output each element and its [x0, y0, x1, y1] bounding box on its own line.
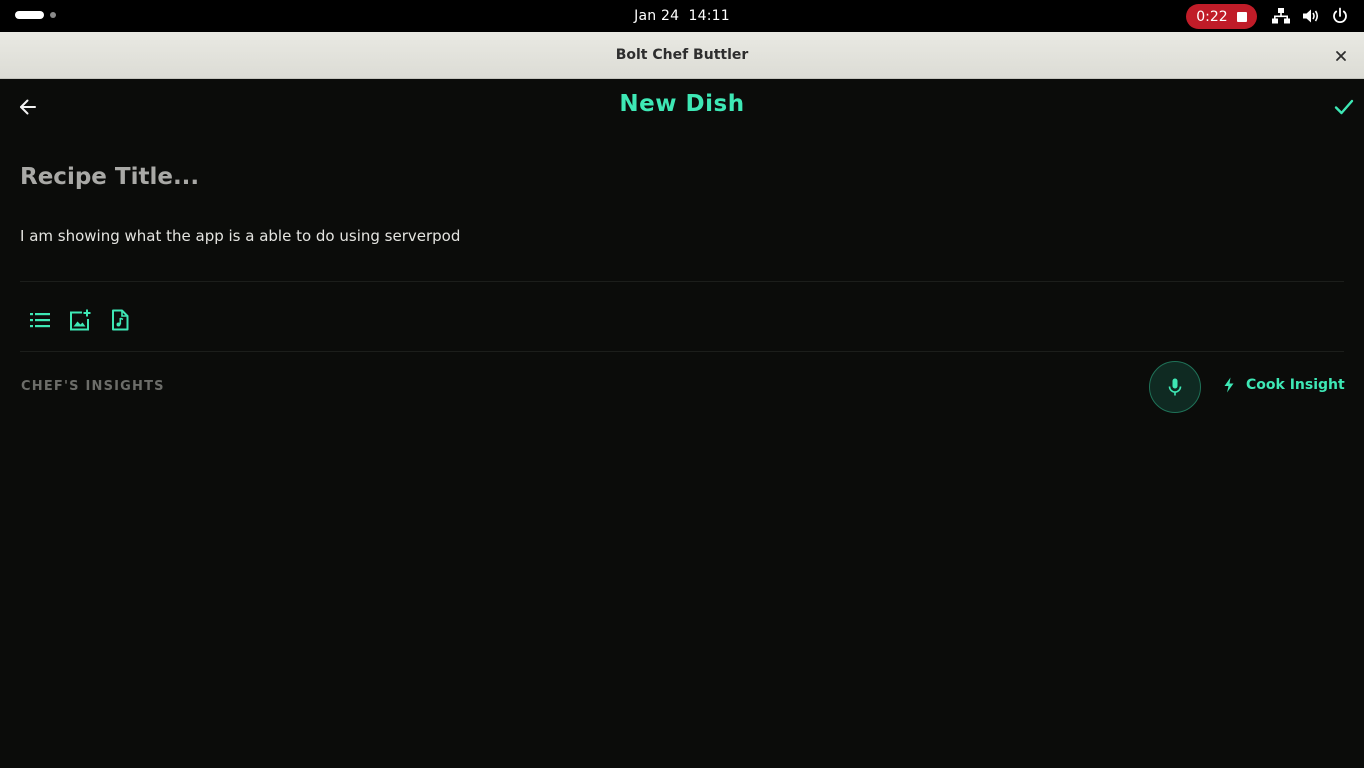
- screen-recording-indicator[interactable]: 0:22: [1186, 4, 1257, 29]
- formatting-toolbar: [29, 309, 131, 331]
- app-content: New Dish Recipe Title... I am showing wh…: [0, 79, 1364, 768]
- arrow-left-icon: [20, 99, 36, 115]
- voice-input-button[interactable]: [1149, 361, 1201, 413]
- clock[interactable]: Jan 24 14:11: [634, 8, 730, 24]
- microphone-icon: [1168, 378, 1182, 396]
- add-audio-file-button[interactable]: [109, 309, 131, 331]
- list-icon: [30, 313, 50, 328]
- add-image-button[interactable]: [69, 309, 91, 331]
- network-icon: [1272, 7, 1290, 25]
- close-icon: [1336, 51, 1346, 61]
- recipe-title-input[interactable]: Recipe Title...: [20, 164, 199, 190]
- recording-time: 0:22: [1196, 8, 1228, 25]
- check-icon: [1334, 99, 1354, 115]
- list-button[interactable]: [29, 309, 51, 331]
- system-top-bar: Jan 24 14:11 0:22: [0, 0, 1364, 32]
- cook-insight-button[interactable]: Cook Insight: [1222, 377, 1345, 393]
- toolbar-divider: [20, 351, 1344, 352]
- workspace-indicator: [50, 12, 56, 18]
- recipe-body-text[interactable]: I am showing what the app is a able to d…: [20, 227, 460, 245]
- volume-icon: [1302, 7, 1320, 25]
- back-button[interactable]: [14, 93, 42, 121]
- editor-divider: [20, 281, 1344, 282]
- system-tray[interactable]: [1272, 6, 1348, 26]
- save-button[interactable]: [1330, 93, 1358, 121]
- add-image-icon: [70, 309, 91, 331]
- activities-indicator[interactable]: [15, 11, 56, 19]
- active-workspace-indicator: [15, 11, 44, 19]
- window-title-bar[interactable]: Bolt Chef Buttler: [0, 32, 1364, 79]
- page-title: New Dish: [619, 91, 745, 117]
- window-title: Bolt Chef Buttler: [615, 47, 749, 63]
- chefs-insights-label: CHEF'S INSIGHTS: [21, 379, 165, 394]
- bolt-icon: [1224, 377, 1234, 393]
- cook-insight-label: Cook Insight: [1246, 377, 1345, 393]
- stop-icon: [1236, 11, 1247, 22]
- window-close-button[interactable]: [1330, 45, 1352, 67]
- clock-container: Jan 24 14:11: [0, 0, 1364, 32]
- audio-file-icon: [112, 309, 129, 331]
- power-icon: [1332, 7, 1348, 25]
